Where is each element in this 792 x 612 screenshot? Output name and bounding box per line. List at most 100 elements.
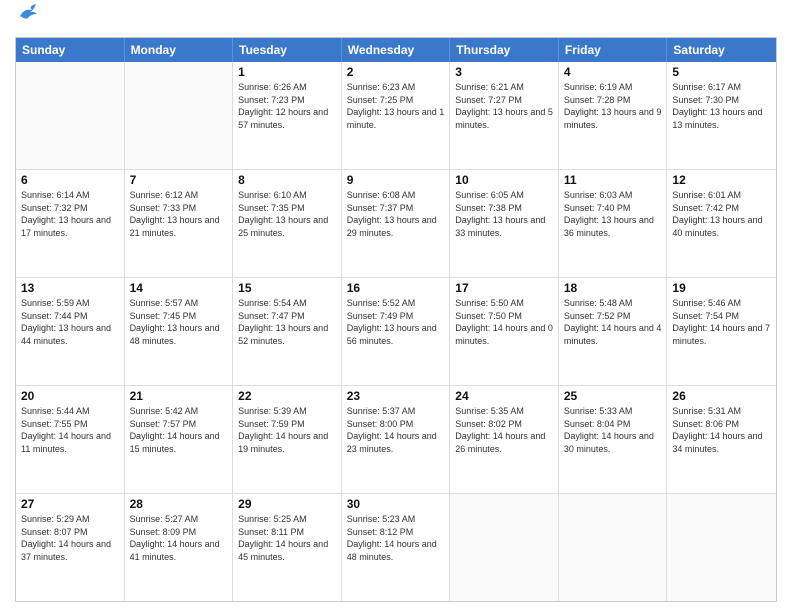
day-number: 14 (130, 281, 228, 295)
day-number: 19 (672, 281, 771, 295)
calendar-cell: 5Sunrise: 6:17 AM Sunset: 7:30 PM Daylig… (667, 62, 776, 169)
day-info: Sunrise: 5:44 AM Sunset: 7:55 PM Dayligh… (21, 405, 119, 455)
calendar-cell: 3 Sunrise: 6:21 AM Sunset: 7:27 PM Daylig… (450, 62, 559, 169)
day-number: 11 (564, 173, 662, 187)
calendar-cell: 10 Sunrise: 6:05 AM Sunset: 7:38 PM Dayli… (450, 170, 559, 277)
day-number: 27 (21, 497, 119, 511)
day-info: Sunrise: 5:33 AM Sunset: 8:04 PM Dayligh… (564, 405, 662, 455)
calendar-cell: 14 Sunrise: 5:57 AM Sunset: 7:45 PM Dayli… (125, 278, 234, 385)
day-info: Sunrise: 5:27 AM Sunset: 8:09 PM Dayligh… (130, 513, 228, 563)
day-info: Sunrise: 6:26 AM Sunset: 7:23 PM Dayligh… (238, 81, 336, 131)
day-number: 2 (347, 65, 445, 79)
calendar-cell: 26 Sunrise: 5:31 AM Sunset: 8:06 PM Dayli… (667, 386, 776, 493)
header-day-saturday: Saturday (667, 38, 776, 62)
day-number: 16 (347, 281, 445, 295)
day-info: Sunrise: 5:29 AM Sunset: 8:07 PM Dayligh… (21, 513, 119, 563)
calendar-row-2: 6 Sunrise: 6:14 AM Sunset: 7:32 PM Daylig… (16, 170, 776, 278)
calendar-cell: 8 Sunrise: 6:10 AM Sunset: 7:35 PM Daylig… (233, 170, 342, 277)
calendar-row-4: 20 Sunrise: 5:44 AM Sunset: 7:55 PM Dayli… (16, 386, 776, 494)
day-info: Sunrise: 6:08 AM Sunset: 7:37 PM Dayligh… (347, 189, 445, 239)
day-info: Sunrise: 6:23 AM Sunset: 7:25 PM Dayligh… (347, 81, 445, 131)
day-number: 12 (672, 173, 771, 187)
day-info: Sunrise: 5:42 AM Sunset: 7:57 PM Dayligh… (130, 405, 228, 455)
day-info: Sunrise: 5:48 AM Sunset: 7:52 PM Dayligh… (564, 297, 662, 347)
calendar-cell: 27 Sunrise: 5:29 AM Sunset: 8:07 PM Dayli… (16, 494, 125, 601)
calendar-cell (125, 62, 234, 169)
header-day-wednesday: Wednesday (342, 38, 451, 62)
header (15, 10, 777, 29)
day-number: 3 (455, 65, 553, 79)
day-number: 7 (130, 173, 228, 187)
calendar-cell: 12 Sunrise: 6:01 AM Sunset: 7:42 PM Dayli… (667, 170, 776, 277)
calendar-cell (559, 494, 668, 601)
calendar-cell: 28Sunrise: 5:27 AM Sunset: 8:09 PM Dayli… (125, 494, 234, 601)
day-number: 4 (564, 65, 662, 79)
day-info: Sunrise: 5:59 AM Sunset: 7:44 PM Dayligh… (21, 297, 119, 347)
calendar-row-1: 1 Sunrise: 6:26 AM Sunset: 7:23 PM Daylig… (16, 62, 776, 170)
calendar-cell: 24Sunrise: 5:35 AM Sunset: 8:02 PM Dayli… (450, 386, 559, 493)
day-info: Sunrise: 6:21 AM Sunset: 7:27 PM Dayligh… (455, 81, 553, 131)
day-info: Sunrise: 5:46 AM Sunset: 7:54 PM Dayligh… (672, 297, 771, 347)
day-number: 25 (564, 389, 662, 403)
calendar-cell: 21Sunrise: 5:42 AM Sunset: 7:57 PM Dayli… (125, 386, 234, 493)
calendar-header: SundayMondayTuesdayWednesdayThursdayFrid… (16, 38, 776, 62)
calendar-cell: 1 Sunrise: 6:26 AM Sunset: 7:23 PM Daylig… (233, 62, 342, 169)
day-number: 8 (238, 173, 336, 187)
day-number: 17 (455, 281, 553, 295)
calendar-row-5: 27 Sunrise: 5:29 AM Sunset: 8:07 PM Dayli… (16, 494, 776, 601)
day-number: 30 (347, 497, 445, 511)
calendar-cell: 13 Sunrise: 5:59 AM Sunset: 7:44 PM Dayli… (16, 278, 125, 385)
day-info: Sunrise: 6:19 AM Sunset: 7:28 PM Dayligh… (564, 81, 662, 131)
day-info: Sunrise: 5:31 AM Sunset: 8:06 PM Dayligh… (672, 405, 771, 455)
logo (15, 10, 40, 29)
day-info: Sunrise: 6:14 AM Sunset: 7:32 PM Dayligh… (21, 189, 119, 239)
calendar-cell (450, 494, 559, 601)
calendar-cell: 6 Sunrise: 6:14 AM Sunset: 7:32 PM Daylig… (16, 170, 125, 277)
calendar-cell: 7 Sunrise: 6:12 AM Sunset: 7:33 PM Daylig… (125, 170, 234, 277)
day-number: 1 (238, 65, 336, 79)
day-info: Sunrise: 6:10 AM Sunset: 7:35 PM Dayligh… (238, 189, 336, 239)
day-number: 5 (672, 65, 771, 79)
calendar: SundayMondayTuesdayWednesdayThursdayFrid… (15, 37, 777, 602)
calendar-cell: 11 Sunrise: 6:03 AM Sunset: 7:40 PM Dayli… (559, 170, 668, 277)
day-number: 29 (238, 497, 336, 511)
day-info: Sunrise: 6:01 AM Sunset: 7:42 PM Dayligh… (672, 189, 771, 239)
day-info: Sunrise: 6:12 AM Sunset: 7:33 PM Dayligh… (130, 189, 228, 239)
calendar-cell: 29 Sunrise: 5:25 AM Sunset: 8:11 PM Dayli… (233, 494, 342, 601)
calendar-row-3: 13 Sunrise: 5:59 AM Sunset: 7:44 PM Dayli… (16, 278, 776, 386)
calendar-cell: 19 Sunrise: 5:46 AM Sunset: 7:54 PM Dayli… (667, 278, 776, 385)
calendar-cell: 23 Sunrise: 5:37 AM Sunset: 8:00 PM Dayli… (342, 386, 451, 493)
day-info: Sunrise: 6:03 AM Sunset: 7:40 PM Dayligh… (564, 189, 662, 239)
day-info: Sunrise: 5:50 AM Sunset: 7:50 PM Dayligh… (455, 297, 553, 347)
day-number: 24 (455, 389, 553, 403)
calendar-cell: 17 Sunrise: 5:50 AM Sunset: 7:50 PM Dayli… (450, 278, 559, 385)
day-number: 6 (21, 173, 119, 187)
day-info: Sunrise: 5:57 AM Sunset: 7:45 PM Dayligh… (130, 297, 228, 347)
page: SundayMondayTuesdayWednesdayThursdayFrid… (0, 0, 792, 612)
calendar-cell: 15Sunrise: 5:54 AM Sunset: 7:47 PM Dayli… (233, 278, 342, 385)
bird-icon (18, 2, 40, 29)
day-number: 13 (21, 281, 119, 295)
day-info: Sunrise: 6:05 AM Sunset: 7:38 PM Dayligh… (455, 189, 553, 239)
calendar-cell: 22Sunrise: 5:39 AM Sunset: 7:59 PM Dayli… (233, 386, 342, 493)
day-info: Sunrise: 5:25 AM Sunset: 8:11 PM Dayligh… (238, 513, 336, 563)
header-day-tuesday: Tuesday (233, 38, 342, 62)
day-number: 10 (455, 173, 553, 187)
day-info: Sunrise: 5:37 AM Sunset: 8:00 PM Dayligh… (347, 405, 445, 455)
calendar-cell (16, 62, 125, 169)
day-info: Sunrise: 5:23 AM Sunset: 8:12 PM Dayligh… (347, 513, 445, 563)
day-info: Sunrise: 5:52 AM Sunset: 7:49 PM Dayligh… (347, 297, 445, 347)
header-day-sunday: Sunday (16, 38, 125, 62)
calendar-cell (667, 494, 776, 601)
calendar-cell: 4 Sunrise: 6:19 AM Sunset: 7:28 PM Daylig… (559, 62, 668, 169)
calendar-cell: 20 Sunrise: 5:44 AM Sunset: 7:55 PM Dayli… (16, 386, 125, 493)
day-number: 20 (21, 389, 119, 403)
calendar-cell: 2 Sunrise: 6:23 AM Sunset: 7:25 PM Daylig… (342, 62, 451, 169)
day-number: 23 (347, 389, 445, 403)
calendar-cell: 25 Sunrise: 5:33 AM Sunset: 8:04 PM Dayli… (559, 386, 668, 493)
day-number: 15 (238, 281, 336, 295)
calendar-cell: 18Sunrise: 5:48 AM Sunset: 7:52 PM Dayli… (559, 278, 668, 385)
day-info: Sunrise: 5:39 AM Sunset: 7:59 PM Dayligh… (238, 405, 336, 455)
header-day-friday: Friday (559, 38, 668, 62)
day-number: 26 (672, 389, 771, 403)
